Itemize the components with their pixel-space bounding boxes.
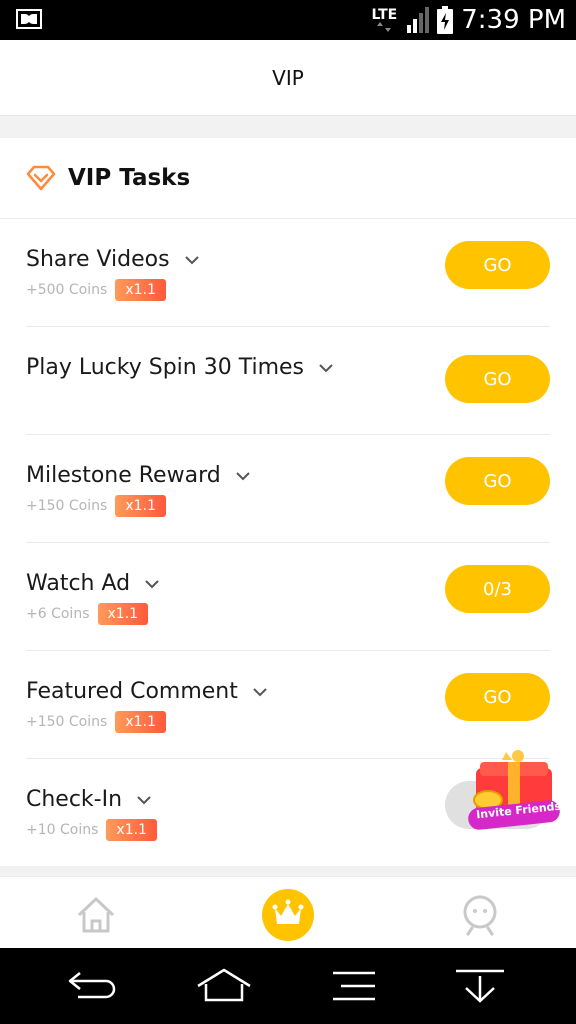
multiplier-badge: x1.1: [115, 711, 166, 733]
invite-friends-button[interactable]: Invite Friends: [466, 748, 562, 834]
task-reward: +6 Coins x1.1: [26, 603, 149, 625]
coins-reward: +150 Coins: [26, 714, 108, 730]
diamond-icon: [26, 165, 56, 191]
task-name: Featured Comment: [26, 679, 238, 704]
page-header: VIP: [0, 40, 576, 116]
coins-reward: +10 Coins: [26, 822, 99, 838]
bottom-tab-bar: [0, 876, 576, 948]
chevron-down-icon[interactable]: [235, 471, 251, 481]
task-title-toggle[interactable]: Featured Comment: [26, 679, 268, 704]
battery-charging-icon: [437, 6, 454, 34]
task-title-toggle[interactable]: Share Videos: [26, 247, 200, 272]
chevron-down-icon[interactable]: [184, 255, 200, 265]
task-title-toggle[interactable]: Watch Ad: [26, 571, 160, 596]
clock: 7:39 PM: [461, 5, 566, 35]
task-title-toggle[interactable]: Play Lucky Spin 30 Times: [26, 355, 334, 380]
arrow-down-icon: [456, 969, 504, 1003]
task-row: Play Lucky Spin 30 Times GO: [26, 327, 550, 435]
coins-reward: +500 Coins: [26, 282, 108, 298]
task-row: Share Videos +500 Coins x1.1 GO: [26, 219, 550, 327]
go-button[interactable]: GO: [445, 355, 550, 403]
signal-icon: [407, 7, 430, 33]
section-title: VIP Tasks: [68, 165, 191, 191]
coins-reward: +150 Coins: [26, 498, 108, 514]
home-nav-button[interactable]: [196, 966, 252, 1006]
multiplier-badge: x1.1: [106, 819, 157, 841]
task-reward: +150 Coins x1.1: [26, 495, 166, 517]
menu-button[interactable]: [326, 966, 382, 1006]
task-name: Play Lucky Spin 30 Times: [26, 355, 305, 380]
task-row: Featured Comment +150 Coins x1.1 GO: [26, 651, 550, 759]
task-name: Share Videos: [26, 247, 170, 272]
multiplier-badge: x1.1: [115, 279, 166, 301]
menu-icon: [333, 971, 375, 1001]
profile-icon: [463, 895, 497, 936]
go-button[interactable]: GO: [445, 457, 550, 505]
go-button[interactable]: GO: [445, 673, 550, 721]
tab-profile[interactable]: [452, 887, 508, 943]
task-reward: +500 Coins x1.1: [26, 279, 166, 301]
page-title: VIP: [272, 65, 304, 90]
home-icon: [77, 897, 115, 933]
data-arrows-icon: [377, 22, 392, 32]
task-row: Watch Ad +6 Coins x1.1 0/3: [26, 543, 550, 651]
section-header: VIP Tasks: [0, 138, 576, 219]
back-icon: [68, 972, 116, 999]
crown-icon: [262, 889, 314, 941]
back-button[interactable]: [64, 966, 120, 1006]
chevron-down-icon[interactable]: [144, 579, 160, 589]
task-name: Check-In: [26, 787, 123, 812]
task-name: Milestone Reward: [26, 463, 221, 488]
task-row: Milestone Reward +150 Coins x1.1 GO: [26, 435, 550, 543]
task-title-toggle[interactable]: Milestone Reward: [26, 463, 251, 488]
dolby-icon: [16, 8, 42, 35]
coins-reward: +6 Coins: [26, 606, 90, 622]
task-title-toggle[interactable]: Check-In: [26, 787, 152, 812]
tab-home[interactable]: [68, 887, 124, 943]
task-name: Watch Ad: [26, 571, 131, 596]
network-type: LTE: [371, 7, 398, 23]
go-button[interactable]: GO: [445, 241, 550, 289]
gift-box-icon: [468, 750, 560, 830]
task-reward: +150 Coins x1.1: [26, 711, 166, 733]
multiplier-badge: x1.1: [97, 603, 149, 625]
tab-vip[interactable]: [260, 887, 316, 943]
multiplier-badge: x1.1: [115, 495, 166, 517]
chevron-down-icon[interactable]: [318, 363, 334, 373]
system-nav-bar: [0, 948, 576, 1024]
chevron-down-icon[interactable]: [136, 795, 152, 805]
home-nav-icon: [197, 968, 251, 1002]
task-reward: +10 Coins x1.1: [26, 819, 157, 841]
hide-nav-button[interactable]: [452, 966, 508, 1006]
progress-button[interactable]: 0/3: [445, 565, 550, 613]
status-bar: LTE 7:39 PM: [0, 0, 576, 40]
chevron-down-icon[interactable]: [252, 687, 268, 697]
